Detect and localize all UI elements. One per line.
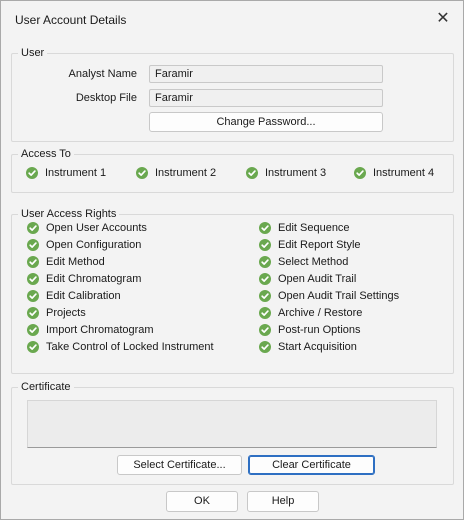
right-archive-restore[interactable]: Archive / Restore (259, 305, 362, 321)
close-icon[interactable]: ✕ (431, 7, 455, 31)
certificate-display[interactable] (27, 400, 437, 448)
right-select-method[interactable]: Select Method (259, 254, 348, 270)
ok-button[interactable]: OK (166, 491, 238, 512)
check-circle-icon (246, 167, 258, 179)
access-to-legend: Access To (18, 148, 74, 160)
clear-certificate-button[interactable]: Clear Certificate (248, 455, 375, 475)
help-button[interactable]: Help (247, 491, 319, 512)
desktop-file-field[interactable]: Faramir (149, 89, 383, 107)
access-to-group: Access To Instrument 1 Instrument 2 Inst… (11, 148, 454, 193)
right-edit-method[interactable]: Edit Method (27, 254, 105, 270)
check-circle-icon (27, 307, 39, 319)
right-open-configuration[interactable]: Open Configuration (27, 237, 141, 253)
access-item-label: Instrument 4 (373, 167, 435, 179)
analyst-name-field[interactable]: Faramir (149, 65, 383, 83)
window-title: User Account Details (15, 13, 127, 27)
analyst-name-label: Analyst Name (68, 68, 137, 80)
right-open-audit-trail-settings[interactable]: Open Audit Trail Settings (259, 288, 399, 304)
user-access-rights-legend: User Access Rights (18, 208, 120, 220)
right-open-user-accounts[interactable]: Open User Accounts (27, 220, 147, 236)
right-edit-calibration[interactable]: Edit Calibration (27, 288, 121, 304)
right-label: Select Method (278, 256, 349, 268)
access-item-label: Instrument 3 (265, 167, 327, 179)
check-circle-icon (259, 239, 271, 251)
check-circle-icon (27, 290, 39, 302)
check-circle-icon (259, 222, 271, 234)
right-take-control-locked-instrument[interactable]: Take Control of Locked Instrument (27, 339, 214, 355)
check-circle-icon (27, 341, 39, 353)
change-password-button[interactable]: Change Password... (149, 112, 383, 132)
right-label: Import Chromatogram (46, 324, 154, 336)
right-post-run-options[interactable]: Post-run Options (259, 322, 361, 338)
check-circle-icon (26, 167, 38, 179)
right-label: Edit Method (46, 256, 105, 268)
check-circle-icon (27, 273, 39, 285)
certificate-legend: Certificate (18, 381, 74, 393)
access-instrument-1[interactable]: Instrument 1 (26, 165, 106, 181)
right-label: Open Configuration (46, 239, 142, 251)
right-edit-chromatogram[interactable]: Edit Chromatogram (27, 271, 141, 287)
access-instrument-2[interactable]: Instrument 2 (136, 165, 216, 181)
right-open-audit-trail[interactable]: Open Audit Trail (259, 271, 356, 287)
right-label: Archive / Restore (278, 307, 363, 319)
user-group: User Analyst Name Faramir Desktop File F… (11, 47, 454, 142)
access-instrument-4[interactable]: Instrument 4 (354, 165, 434, 181)
right-label: Projects (46, 307, 86, 319)
right-start-acquisition[interactable]: Start Acquisition (259, 339, 357, 355)
check-circle-icon (259, 290, 271, 302)
select-certificate-button[interactable]: Select Certificate... (117, 455, 242, 475)
check-circle-icon (27, 239, 39, 251)
check-circle-icon (259, 341, 271, 353)
right-projects[interactable]: Projects (27, 305, 86, 321)
right-label: Take Control of Locked Instrument (46, 341, 214, 353)
check-circle-icon (259, 324, 271, 336)
title-bar: User Account Details ✕ (1, 1, 463, 39)
user-account-details-dialog: User Account Details ✕ User Analyst Name… (0, 0, 464, 520)
check-circle-icon (259, 273, 271, 285)
access-item-label: Instrument 1 (45, 167, 107, 179)
user-group-legend: User (18, 47, 48, 59)
right-edit-sequence[interactable]: Edit Sequence (259, 220, 350, 236)
right-label: Edit Sequence (278, 222, 350, 234)
right-label: Open Audit Trail (278, 273, 357, 285)
right-import-chromatogram[interactable]: Import Chromatogram (27, 322, 154, 338)
right-edit-report-style[interactable]: Edit Report Style (259, 237, 361, 253)
certificate-group: Certificate Select Certificate... Clear … (11, 381, 454, 485)
right-label: Edit Chromatogram (46, 273, 142, 285)
check-circle-icon (259, 256, 271, 268)
right-label: Open User Accounts (46, 222, 147, 234)
access-instrument-3[interactable]: Instrument 3 (246, 165, 326, 181)
desktop-file-label: Desktop File (75, 92, 137, 104)
check-circle-icon (27, 324, 39, 336)
check-circle-icon (259, 307, 271, 319)
access-item-label: Instrument 2 (155, 167, 217, 179)
right-label: Start Acquisition (278, 341, 357, 353)
check-circle-icon (136, 167, 148, 179)
right-label: Open Audit Trail Settings (278, 290, 400, 302)
right-label: Post-run Options (278, 324, 361, 336)
check-circle-icon (354, 167, 366, 179)
check-circle-icon (27, 256, 39, 268)
right-label: Edit Calibration (46, 290, 121, 302)
check-circle-icon (27, 222, 39, 234)
user-access-rights-group: User Access Rights Open User Accounts Op… (11, 208, 454, 374)
right-label: Edit Report Style (278, 239, 361, 251)
